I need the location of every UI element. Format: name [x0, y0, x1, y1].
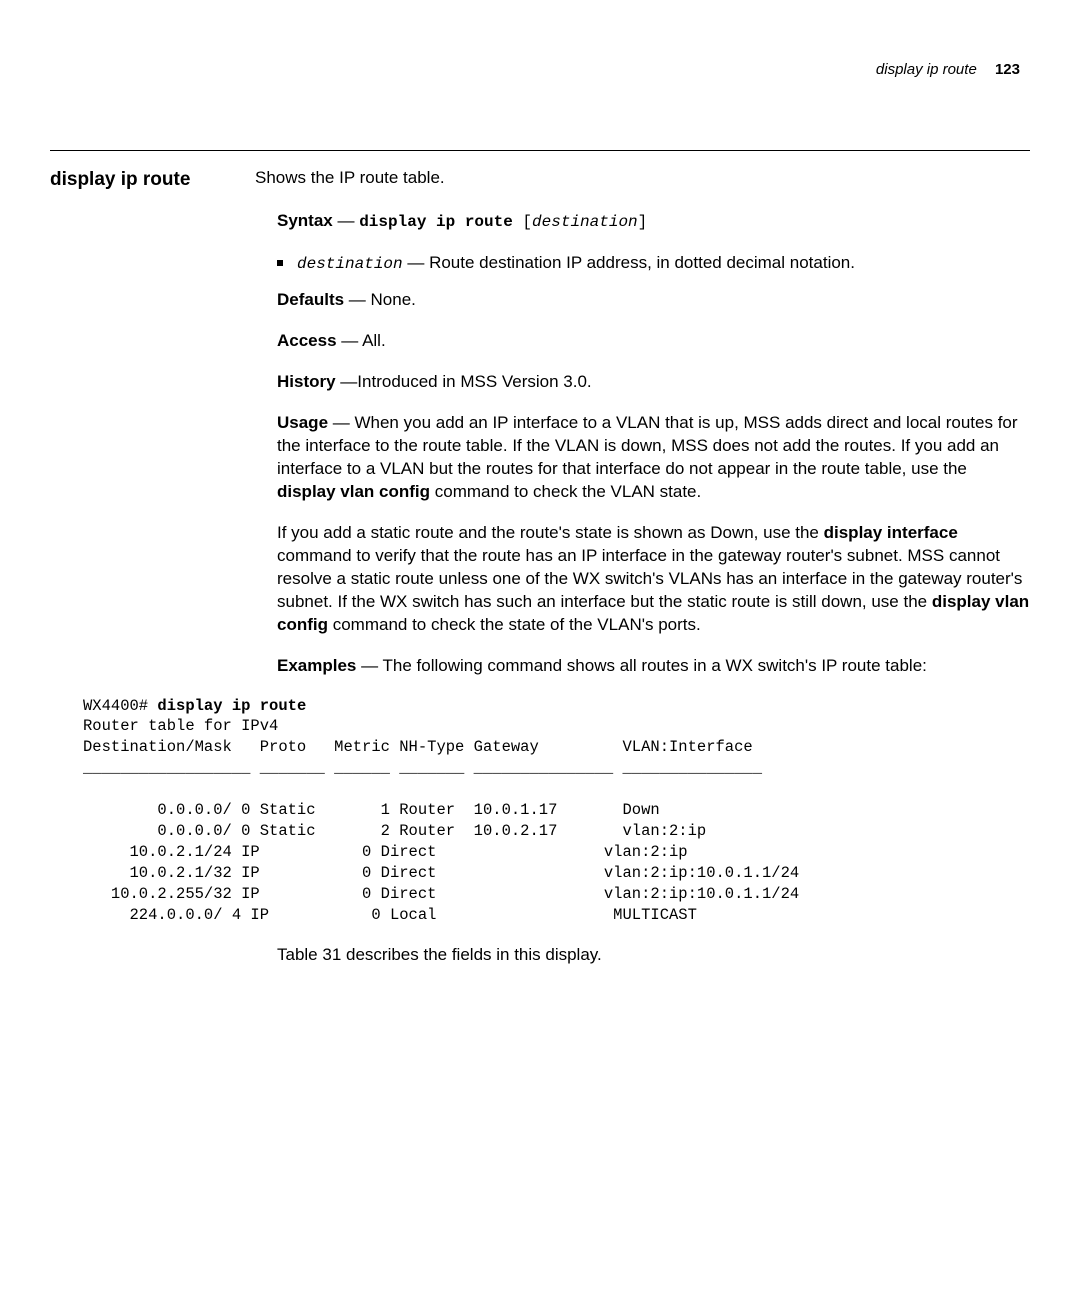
syntax-bracket-open: [: [513, 213, 532, 231]
usage-p2a: If you add a static route and the route'…: [277, 523, 824, 542]
cli-body: Router table for IPv4 Destination/Mask P…: [83, 717, 799, 923]
running-header: display ip route 123: [50, 60, 1030, 80]
examples-label: Examples: [277, 656, 356, 675]
history-value: —Introduced in MSS Version 3.0.: [336, 372, 592, 391]
syntax-bracket-close: ]: [638, 213, 648, 231]
history-label: History: [277, 372, 336, 391]
examples-section: Examples — The following command shows a…: [255, 655, 1030, 678]
page-number: 123: [995, 61, 1020, 78]
syntax-label: Syntax: [277, 211, 333, 230]
access-section: Access — All.: [255, 330, 1030, 353]
usage-label: Usage: [277, 413, 328, 432]
table-caption: Table 31 describes the fields in this di…: [255, 944, 1030, 967]
defaults-label: Defaults: [277, 290, 344, 309]
top-rule: [50, 150, 1030, 151]
param-text: destination — Route destination IP addre…: [297, 252, 855, 276]
cli-output: WX4400# display ip route Router table fo…: [83, 696, 1030, 926]
param-desc: Route destination IP address, in dotted …: [429, 253, 855, 272]
usage-section: Usage — When you add an IP interface to …: [255, 412, 1030, 504]
syntax-arg: destination: [532, 213, 638, 231]
param-dash: —: [403, 253, 429, 272]
history-section: History —Introduced in MSS Version 3.0.: [255, 371, 1030, 394]
usage-p2c: command to verify that the route has an …: [277, 546, 1022, 611]
cli-prompt: WX4400#: [83, 697, 157, 715]
defaults-section: Defaults — None.: [255, 289, 1030, 312]
examples-text: — The following command shows all routes…: [356, 656, 926, 675]
bullet-icon: [277, 260, 283, 266]
usage-p2-cmd1: display interface: [824, 523, 958, 542]
syntax-section: Syntax — display ip route [destination]: [255, 210, 1030, 234]
param-item: destination — Route destination IP addre…: [277, 252, 1030, 276]
usage-p1c: command to check the VLAN state.: [430, 482, 701, 501]
main-content: display ip route Shows the IP route tabl…: [50, 167, 1030, 966]
usage-p1a: — When you add an IP interface to a VLAN…: [277, 413, 1018, 478]
defaults-value: — None.: [344, 290, 416, 309]
syntax-dash: —: [333, 211, 359, 230]
usage-p1-cmd: display vlan config: [277, 482, 430, 501]
cli-command: display ip route: [157, 697, 306, 715]
param-list: destination — Route destination IP addre…: [255, 252, 1030, 276]
usage-section-2: If you add a static route and the route'…: [255, 522, 1030, 637]
access-label: Access: [277, 331, 337, 350]
command-title: display ip route: [50, 167, 255, 193]
syntax-command: display ip route: [359, 213, 513, 231]
running-header-text: display ip route: [876, 61, 977, 78]
param-name: destination: [297, 255, 403, 273]
usage-p2e: command to check the state of the VLAN's…: [328, 615, 701, 634]
access-value: — All.: [337, 331, 386, 350]
intro-text: Shows the IP route table.: [255, 167, 1030, 190]
command-body: Shows the IP route table. Syntax — displ…: [255, 167, 1030, 966]
